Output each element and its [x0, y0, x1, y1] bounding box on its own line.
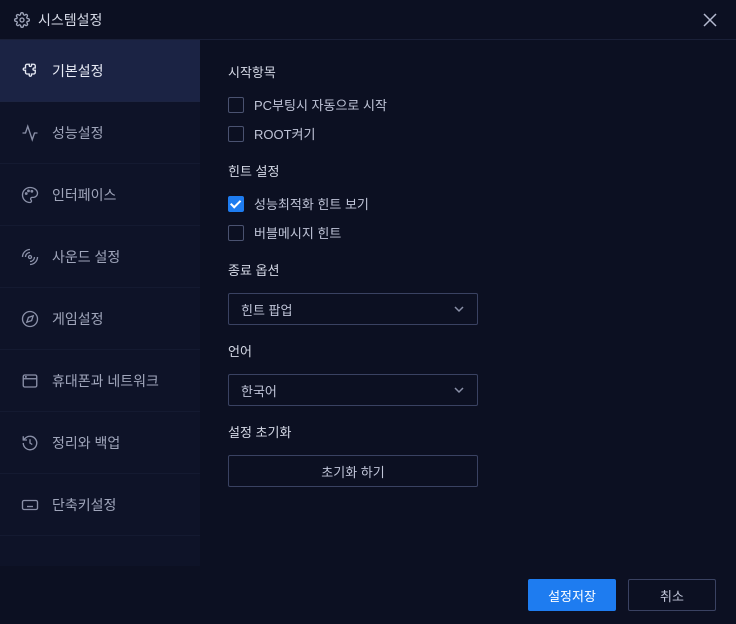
sound-icon	[20, 247, 40, 267]
sidebar-item-shortcuts[interactable]: 단축키설정	[0, 474, 200, 536]
hint-group: 성능최적화 힌트 보기 버블메시지 힌트	[228, 194, 708, 242]
checkbox-checked-icon	[228, 196, 244, 212]
sidebar-item-sound[interactable]: 사운드 설정	[0, 226, 200, 288]
sidebar-item-interface[interactable]: 인터페이스	[0, 164, 200, 226]
bubble-hint-label: 버블메시지 힌트	[254, 223, 341, 242]
sidebar-item-basic[interactable]: 기본설정	[0, 40, 200, 102]
sidebar-item-label: 성능설정	[52, 123, 104, 143]
close-button[interactable]	[698, 8, 722, 32]
exit-option-select[interactable]: 힌트 팝업	[228, 293, 478, 325]
bubble-hint-checkbox-row[interactable]: 버블메시지 힌트	[228, 223, 708, 242]
sidebar-item-label: 게임설정	[52, 309, 104, 329]
titlebar: 시스템설정	[0, 0, 736, 40]
window-title: 시스템설정	[38, 10, 698, 30]
settings-window: 시스템설정 기본설정	[0, 0, 736, 624]
reset-button[interactable]: 초기화 하기	[228, 455, 478, 487]
optimize-hint-label: 성능최적화 힌트 보기	[254, 194, 369, 213]
optimize-hint-checkbox-row[interactable]: 성능최적화 힌트 보기	[228, 194, 708, 213]
autostart-label: PC부팅시 자동으로 시작	[254, 95, 387, 114]
sidebar-item-phone-network[interactable]: 휴대폰과 네트워크	[0, 350, 200, 412]
sidebar-item-label: 휴대폰과 네트워크	[52, 371, 159, 391]
sidebar-item-game[interactable]: 게임설정	[0, 288, 200, 350]
sidebar-item-label: 단축키설정	[52, 495, 116, 515]
compass-icon	[20, 309, 40, 329]
language-heading: 언어	[228, 341, 708, 360]
exit-heading: 종료 옵션	[228, 260, 708, 279]
keyboard-icon	[20, 495, 40, 515]
history-icon	[20, 433, 40, 453]
save-button[interactable]: 설정저장	[528, 579, 616, 611]
checkbox-icon	[228, 97, 244, 113]
language-select[interactable]: 한국어	[228, 374, 478, 406]
hint-heading: 힌트 설정	[228, 161, 708, 180]
cancel-button-label: 취소	[660, 586, 684, 605]
content-panel: 시작항목 PC부팅시 자동으로 시작 ROOT켜기 힌트 설정 성능최적화 힌트…	[200, 40, 736, 566]
activity-icon	[20, 123, 40, 143]
sidebar-item-label: 인터페이스	[52, 185, 116, 205]
sidebar-item-performance[interactable]: 성능설정	[0, 102, 200, 164]
window-icon	[20, 371, 40, 391]
checkbox-icon	[228, 126, 244, 142]
exit-option-value: 힌트 팝업	[241, 300, 292, 319]
save-button-label: 설정저장	[548, 586, 596, 605]
checkbox-icon	[228, 225, 244, 241]
sidebar-item-label: 기본설정	[52, 61, 104, 81]
root-label: ROOT켜기	[254, 124, 315, 143]
sidebar: 기본설정 성능설정 인	[0, 40, 200, 566]
footer: 설정저장 취소	[0, 566, 736, 624]
gear-icon	[14, 12, 30, 28]
sidebar-item-label: 사운드 설정	[52, 247, 120, 267]
autostart-checkbox-row[interactable]: PC부팅시 자동으로 시작	[228, 95, 708, 114]
startup-heading: 시작항목	[228, 62, 708, 81]
sidebar-item-cleanup-backup[interactable]: 정리와 백업	[0, 412, 200, 474]
startup-group: PC부팅시 자동으로 시작 ROOT켜기	[228, 95, 708, 143]
palette-icon	[20, 185, 40, 205]
window-body: 기본설정 성능설정 인	[0, 40, 736, 566]
cancel-button[interactable]: 취소	[628, 579, 716, 611]
puzzle-icon	[20, 61, 40, 81]
close-icon	[703, 13, 717, 27]
chevron-down-icon	[453, 384, 465, 396]
chevron-down-icon	[453, 303, 465, 315]
reset-heading: 설정 초기화	[228, 422, 708, 441]
language-value: 한국어	[241, 381, 277, 400]
root-checkbox-row[interactable]: ROOT켜기	[228, 124, 708, 143]
sidebar-item-label: 정리와 백업	[52, 433, 120, 453]
reset-button-label: 초기화 하기	[321, 462, 384, 481]
